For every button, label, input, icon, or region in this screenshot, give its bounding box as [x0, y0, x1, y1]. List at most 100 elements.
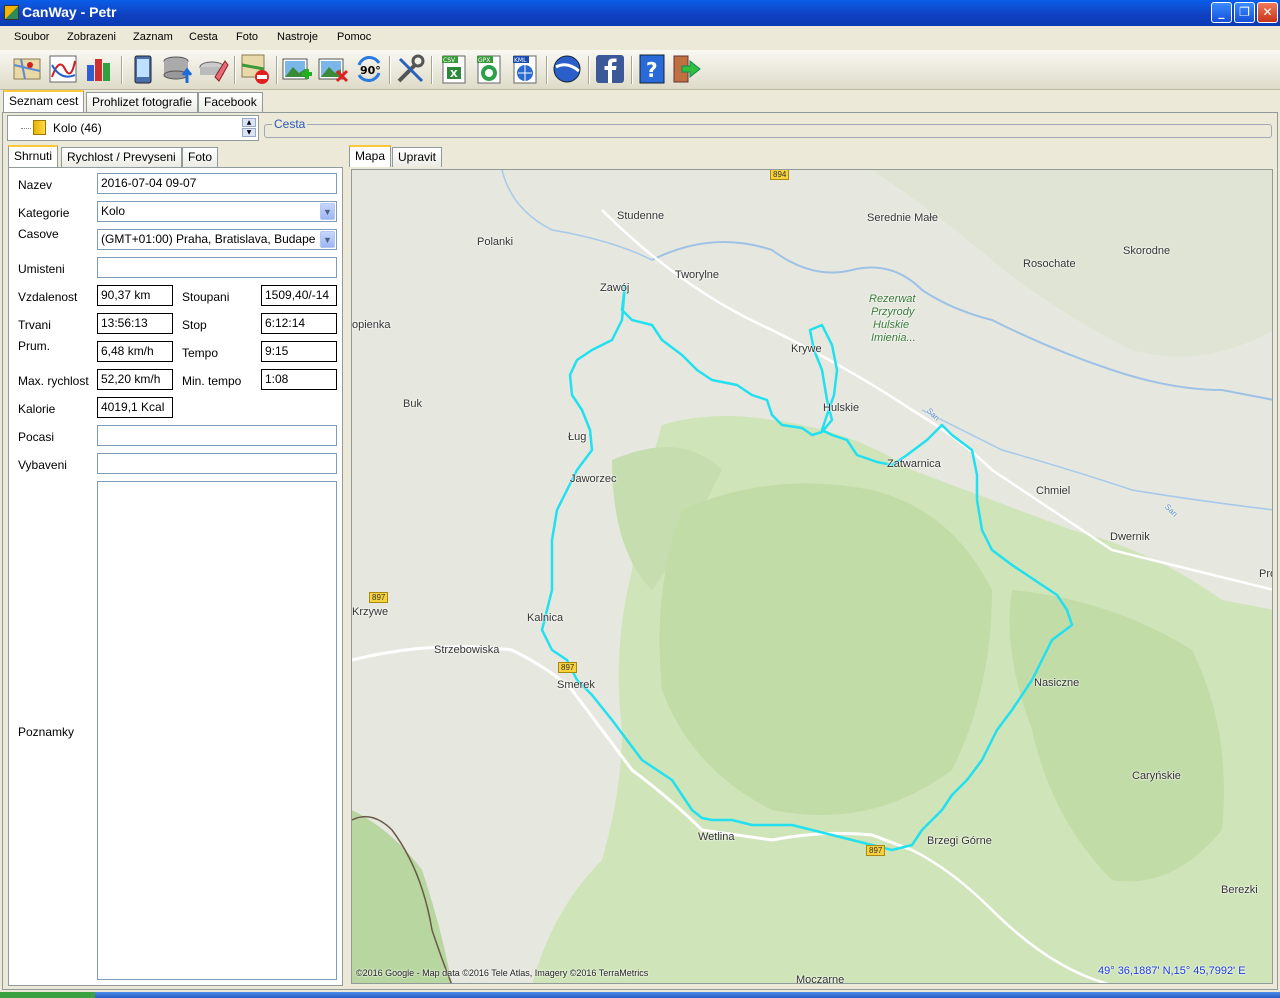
bar-chart-icon[interactable] [83, 53, 115, 85]
place-label: Skorodne [1123, 245, 1171, 257]
place-label: Imienia... [871, 332, 916, 344]
road-number: 897 [558, 662, 578, 673]
cesta-group [264, 124, 1272, 138]
map-delete-icon[interactable] [240, 53, 272, 85]
scroll-up-icon[interactable]: ▲ [242, 118, 256, 127]
place-label: Zatwarnica [887, 458, 941, 470]
max-rychlost-value: 52,20 km/h [97, 369, 173, 390]
poznamky-textarea[interactable] [97, 481, 337, 980]
window-title: CanWay - Petr [22, 4, 117, 20]
stoupani-value: 1509,40/-14 [261, 285, 337, 306]
toolbar-separator [234, 56, 236, 84]
chevron-down-icon[interactable]: ▼ [320, 231, 335, 248]
tab-prohlizet-fotografie[interactable]: Prohlizet fotografie [86, 92, 199, 112]
tab-rychlost-prevyseni[interactable]: Rychlost / Prevyseni [61, 147, 182, 167]
toolbar: 90° CSV X GPX KML ? [0, 50, 1280, 90]
map-canvas [352, 170, 1272, 983]
road-number: 897 [866, 845, 886, 856]
route-tree[interactable]: Kolo (46) ▲ ▼ [7, 115, 259, 141]
google-earth-icon[interactable] [551, 53, 583, 85]
kalorie-value: 4019,1 Kcal [97, 397, 173, 418]
chevron-down-icon[interactable]: ▼ [320, 203, 335, 220]
tools-icon[interactable] [394, 53, 426, 85]
map-view[interactable]: Studenne Serednie Małe Polanki Tworylne … [351, 169, 1273, 984]
facebook-icon[interactable] [594, 53, 626, 85]
tree-item-kolo[interactable]: Kolo (46) [53, 121, 102, 135]
tab-foto[interactable]: Foto [182, 147, 219, 167]
export-csv-icon[interactable]: CSV X [438, 53, 470, 85]
menu-zobrazeni[interactable]: Zobrazeni [67, 31, 116, 43]
start-button[interactable] [0, 992, 95, 998]
menu-pomoc[interactable]: Pomoc [337, 31, 371, 43]
svg-text:GPX: GPX [478, 57, 490, 64]
place-label: Kalnica [527, 612, 564, 624]
maximize-button[interactable]: ❐ [1234, 2, 1255, 23]
database-upload-icon[interactable] [161, 53, 193, 85]
trvani-value: 13:56:13 [97, 313, 173, 334]
tab-facebook[interactable]: Facebook [198, 92, 263, 112]
export-kml-icon[interactable]: KML [509, 53, 541, 85]
remove-photo-icon[interactable] [317, 53, 349, 85]
rotate-icon[interactable]: 90° [353, 53, 385, 85]
place-label: Rosochate [1023, 258, 1076, 270]
cesta-label: Cesta [272, 117, 308, 131]
tab-seznam-cest[interactable]: Seznam cest [3, 90, 85, 112]
close-button[interactable]: ✕ [1257, 2, 1278, 23]
place-label: Berezki [1221, 884, 1258, 896]
place-label: opienka [352, 319, 391, 331]
place-label: Wetlina [698, 831, 735, 843]
menu-cesta[interactable]: Cesta [189, 31, 218, 43]
toolbar-separator [389, 56, 391, 84]
kategorie-value: Kolo [101, 204, 126, 218]
taskbar-strip [0, 992, 1280, 998]
place-label: Hulskie [823, 402, 860, 414]
coordinates-readout: 49° 36,1887' N,15° 45,7992' E [1098, 965, 1246, 977]
stop-value: 6:12:14 [261, 313, 337, 334]
place-label: Jaworzec [570, 473, 617, 485]
chart-icon[interactable] [47, 53, 79, 85]
menu-soubor[interactable]: Soubor [14, 31, 49, 43]
tab-upravit[interactable]: Upravit [392, 147, 443, 167]
place-label: Zawój [600, 282, 630, 294]
min-tempo-label: Min. tempo [182, 374, 242, 388]
trvani-label: Trvani [18, 318, 51, 332]
place-label: Przyrody [871, 306, 915, 318]
pocasi-field[interactable] [97, 425, 337, 446]
place-label: Krywe [791, 343, 822, 355]
casove-dropdown[interactable]: (GMT+01:00) Praha, Bratislava, Budape ▼ [97, 229, 337, 250]
scroll-down-icon[interactable]: ▼ [242, 128, 256, 137]
pocasi-label: Pocasi [18, 430, 55, 444]
eraser-icon[interactable] [197, 53, 229, 85]
minimize-button[interactable]: _ [1211, 2, 1232, 23]
add-photo-icon[interactable] [281, 53, 313, 85]
kategorie-label: Kategorie [18, 206, 70, 220]
phone-icon[interactable] [127, 53, 159, 85]
umisteni-label: Umisteni [18, 262, 65, 276]
menu-nastroje[interactable]: Nastroje [277, 31, 318, 43]
map-icon[interactable] [11, 53, 43, 85]
poznamky-label: Poznamky [18, 725, 75, 739]
map-copyright: ©2016 Google - Map data ©2016 Tele Atlas… [356, 968, 649, 978]
tempo-value: 9:15 [261, 341, 337, 362]
tab-shrnuti[interactable]: Shrnuti [8, 145, 59, 167]
svg-text:?: ? [646, 58, 658, 82]
tempo-label: Tempo [182, 346, 219, 360]
tree-line [21, 128, 31, 129]
svg-text:CSV: CSV [443, 57, 456, 64]
place-label: Hulskie [873, 319, 910, 331]
exit-icon[interactable] [670, 53, 702, 85]
stop-label: Stop [182, 318, 207, 332]
help-icon[interactable]: ? [636, 53, 668, 85]
export-gpx-icon[interactable]: GPX [473, 53, 505, 85]
kategorie-dropdown[interactable]: Kolo ▼ [97, 201, 337, 222]
menu-zaznam[interactable]: Zaznam [133, 31, 173, 43]
place-label: Moczarne [796, 974, 845, 984]
vybaveni-field[interactable] [97, 453, 337, 474]
toolbar-separator [631, 56, 633, 84]
place-label: Chmiel [1036, 485, 1071, 497]
menu-foto[interactable]: Foto [236, 31, 258, 43]
tab-mapa[interactable]: Mapa [349, 145, 392, 167]
place-label: Smerek [557, 679, 595, 691]
nazev-field[interactable]: 2016-07-04 09-07 [97, 173, 337, 194]
umisteni-field[interactable] [97, 257, 337, 278]
